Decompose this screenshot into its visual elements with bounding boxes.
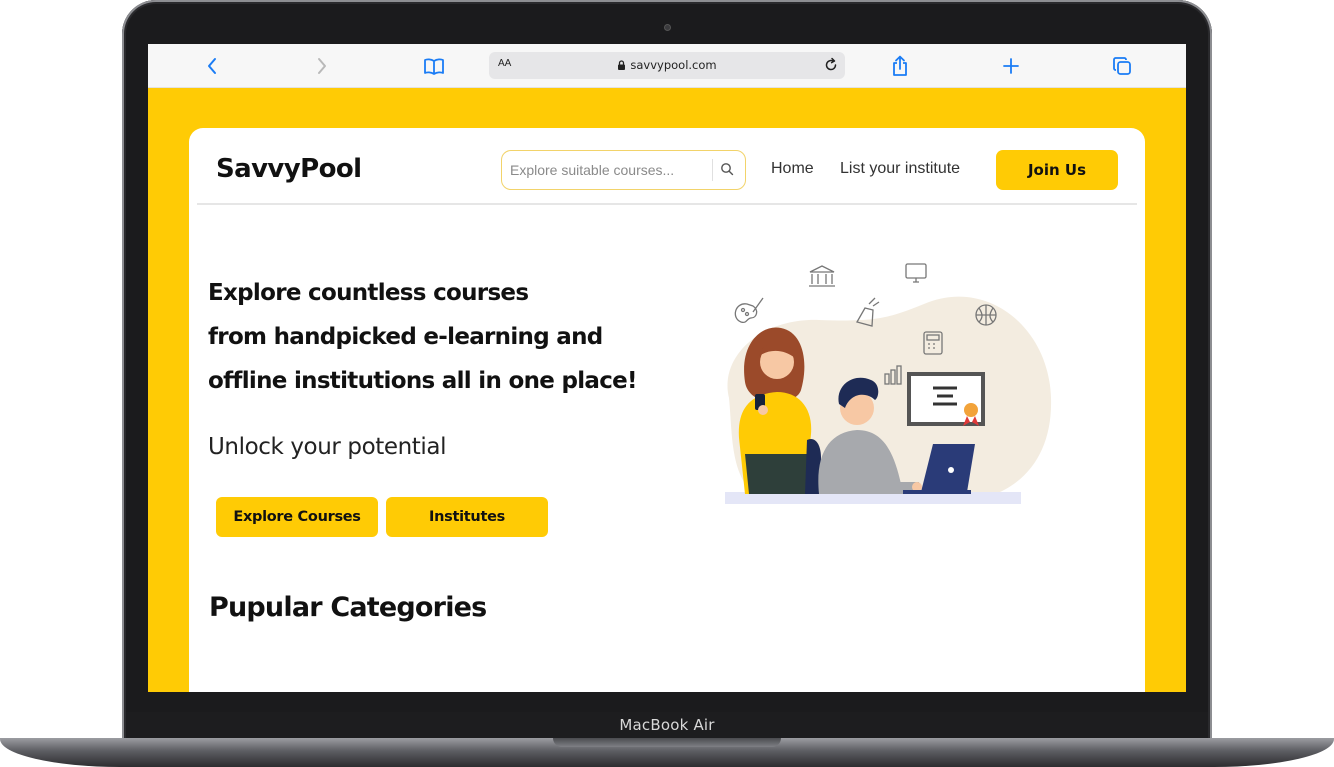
new-tab-icon[interactable] [999, 54, 1023, 78]
hero-line-3: offline institutions all in one place! [208, 368, 638, 394]
explore-courses-button[interactable]: Explore Courses [216, 497, 378, 537]
laptop-chin: MacBook Air [126, 712, 1208, 738]
page-card: SavvyPool Home List your institute Join … [189, 128, 1145, 692]
hero-illustration [725, 263, 1052, 504]
nav-list-institute-link[interactable]: List your institute [840, 160, 960, 178]
tabs-icon[interactable] [1110, 54, 1134, 78]
hero-line-1: Explore countless courses [208, 280, 529, 306]
camera-dot [664, 24, 671, 31]
nav-home-link[interactable]: Home [771, 160, 814, 178]
lock-icon [618, 60, 626, 70]
certificate-icon [907, 372, 985, 426]
monitor-icon [905, 263, 927, 283]
popular-categories-heading: Pupular Categories [209, 592, 487, 623]
url-text[interactable]: savvypool.com [489, 58, 845, 72]
search-input[interactable] [510, 157, 708, 183]
join-us-button[interactable]: Join Us [996, 150, 1118, 190]
address-bar[interactable]: AA savvypool.com [489, 52, 845, 79]
course-search [501, 150, 746, 190]
reload-icon[interactable] [823, 57, 839, 78]
device-label: MacBook Air [619, 716, 715, 734]
laptop-notch [553, 738, 781, 747]
back-icon[interactable] [200, 54, 224, 78]
search-divider [712, 159, 713, 181]
hero-tagline: Unlock your potential [208, 434, 447, 460]
site-logo[interactable]: SavvyPool [216, 154, 362, 184]
share-icon[interactable] [888, 54, 912, 78]
hero-line-2: from handpicked e-learning and [208, 324, 603, 350]
woman-figure [738, 327, 812, 494]
site-navbar: SavvyPool Home List your institute Join … [189, 128, 1145, 205]
browser-toolbar: AA savvypool.com [148, 44, 1186, 88]
url-label: savvypool.com [630, 58, 717, 72]
nav-divider [197, 203, 1137, 205]
basketball-icon [975, 304, 997, 326]
browser-screen: AA savvypool.com SavvyPool Explore suita… [148, 44, 1186, 692]
institutes-button[interactable]: Institutes [386, 497, 548, 537]
search-icon[interactable] [720, 162, 734, 181]
bank-icon [809, 265, 835, 287]
palette-icon [734, 297, 764, 324]
bookmarks-icon[interactable] [422, 54, 446, 78]
forward-icon[interactable] [310, 54, 334, 78]
